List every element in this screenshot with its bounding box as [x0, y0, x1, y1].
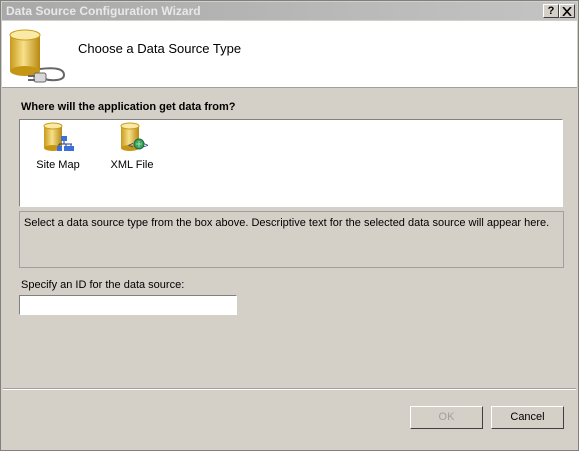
- data-source-type-list[interactable]: Site Map < > XML File: [19, 119, 563, 207]
- cancel-button[interactable]: Cancel: [491, 406, 564, 429]
- svg-text:<: <: [128, 141, 134, 151]
- ok-button[interactable]: OK: [410, 406, 483, 429]
- svg-text:>: >: [143, 141, 149, 151]
- close-button[interactable]: [559, 4, 575, 18]
- wizard-dialog: Data Source Configuration Wizard ? Choos…: [0, 0, 579, 451]
- database-plug-icon: [9, 29, 66, 83]
- window-title: Data Source Configuration Wizard: [6, 4, 201, 18]
- list-item-xml-file[interactable]: < > XML File: [102, 122, 162, 171]
- site-map-label: Site Map: [36, 159, 80, 171]
- sitemap-database-icon: [43, 122, 74, 151]
- description-panel: Select a data source type from the box a…: [19, 211, 564, 268]
- description-text: Select a data source type from the box a…: [24, 217, 550, 229]
- data-source-question: Where will the application get data from…: [21, 101, 236, 113]
- page-title: Choose a Data Source Type: [78, 41, 242, 56]
- wizard-header: Choose a Data Source Type: [2, 21, 577, 88]
- title-bar[interactable]: Data Source Configuration Wizard ?: [2, 2, 577, 20]
- id-field-label: Specify an ID for the data source:: [21, 279, 185, 291]
- close-icon: [562, 6, 572, 17]
- list-item-site-map[interactable]: Site Map: [28, 122, 88, 171]
- xml-database-icon: < >: [120, 122, 149, 151]
- footer-separator: [3, 388, 576, 390]
- xml-file-label: XML File: [110, 159, 154, 171]
- help-button[interactable]: ?: [543, 4, 559, 18]
- data-source-id-input[interactable]: [19, 295, 237, 315]
